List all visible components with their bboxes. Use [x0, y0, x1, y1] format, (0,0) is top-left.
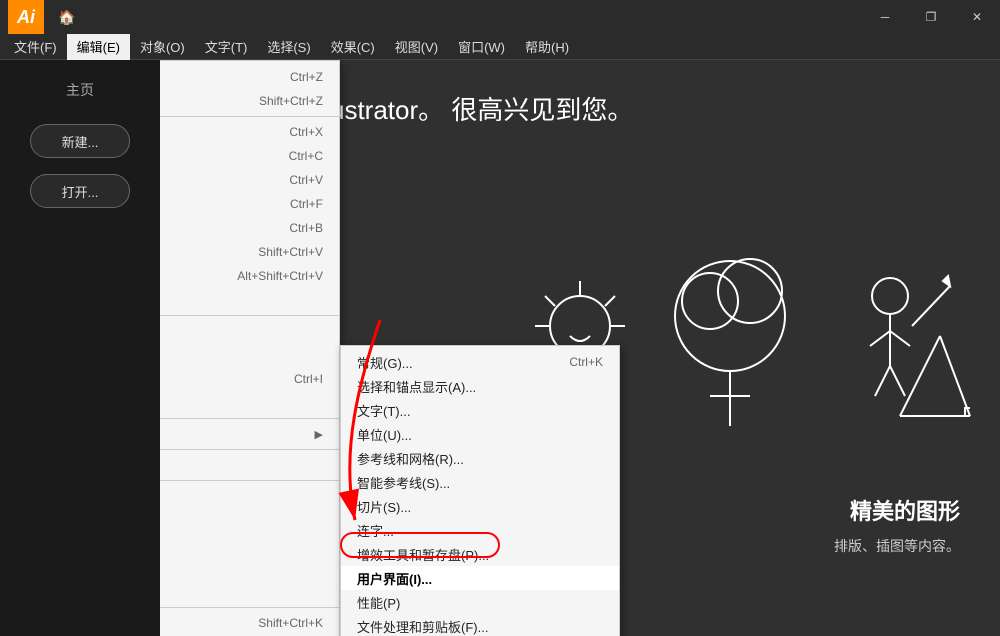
pref-file-clipboard[interactable]: 文件处理和剪贴板(F)...	[341, 614, 619, 636]
menu-view[interactable]: 视图(V)	[385, 34, 448, 60]
title-bar: Ai 🏠 ─ ❐ ✕	[0, 0, 1000, 34]
menu-undo[interactable]: 还原(U) Ctrl+Z	[160, 65, 339, 89]
menu-paste[interactable]: 粘贴(P) Ctrl+V	[160, 168, 339, 192]
home-icon[interactable]: 🏠	[52, 7, 81, 28]
pref-ui[interactable]: 用户界面(I)...	[341, 566, 619, 590]
pref-general[interactable]: 常规(G)... Ctrl+K	[341, 350, 619, 374]
minimize-button[interactable]: ─	[862, 0, 908, 34]
menu-file[interactable]: 文件(F)	[4, 34, 67, 60]
window-controls: ─ ❐ ✕	[862, 0, 1000, 34]
app-logo: Ai	[8, 0, 44, 34]
menu-paste-inplace[interactable]: 就地粘贴(S) Shift+Ctrl+V	[160, 240, 339, 264]
menu-custom-dict[interactable]: 编辑自定词典(D)...	[160, 391, 339, 415]
pref-slices[interactable]: 切片(S)...	[341, 494, 619, 518]
menu-effect[interactable]: 效果(C)	[321, 34, 385, 60]
restore-button[interactable]: ❐	[908, 0, 954, 34]
pref-selection[interactable]: 选择和锚点显示(A)...	[341, 374, 619, 398]
menu-clear[interactable]: 清除(L)	[160, 288, 339, 312]
open-button[interactable]: 打开...	[30, 174, 130, 208]
new-button[interactable]: 新建...	[30, 124, 130, 158]
menu-transparency[interactable]: 透明度拼合器预设(J)...	[160, 484, 339, 508]
sep3	[160, 418, 339, 419]
pref-hyphen[interactable]: 连字...	[341, 518, 619, 542]
menu-find-next[interactable]: 查找下一个(X)	[160, 343, 339, 367]
menu-swf[interactable]: SWF 预设(W)...	[160, 556, 339, 580]
preferences-submenu: 常规(G)... Ctrl+K 选择和锚点显示(A)... 文字(T)... 单…	[340, 345, 620, 636]
edit-menu-dropdown: 还原(U) Ctrl+Z 重做(R) Shift+Ctrl+Z 剪切(T) Ct…	[160, 60, 340, 636]
menu-edit-colors[interactable]: 编辑颜色 ▶	[160, 422, 339, 446]
sidebar-home-label: 主页	[66, 80, 94, 100]
dropdown-container: 还原(U) Ctrl+Z 重做(R) Shift+Ctrl+Z 剪切(T) Ct…	[160, 60, 340, 636]
menu-edit[interactable]: 编辑(E)	[67, 34, 130, 60]
menu-cut[interactable]: 剪切(T) Ctrl+X	[160, 120, 339, 144]
menu-paste-allboards[interactable]: 在所有画板上粘贴(S) Alt+Shift+Ctrl+V	[160, 264, 339, 288]
menu-object[interactable]: 对象(O)	[130, 34, 195, 60]
menu-find-replace[interactable]: 查找和替换(E)...	[160, 319, 339, 343]
menu-help[interactable]: 帮助(H)	[515, 34, 579, 60]
menu-redo[interactable]: 重做(R) Shift+Ctrl+Z	[160, 89, 339, 113]
menu-edit-original[interactable]: 编辑原稿(O)	[160, 453, 339, 477]
pref-plugins[interactable]: 增效工具和暂存盘(P)...	[341, 542, 619, 566]
menu-bar: 文件(F) 编辑(E) 对象(O) 文字(T) 选择(S) 效果(C) 视图(V…	[0, 34, 1000, 60]
close-button[interactable]: ✕	[954, 0, 1000, 34]
sep5	[160, 480, 339, 481]
menu-paste-back[interactable]: 贴在后面(B) Ctrl+B	[160, 216, 339, 240]
menu-window[interactable]: 窗口(W)	[448, 34, 515, 60]
menu-spell-check[interactable]: 拼写检查(I) Ctrl+I	[160, 367, 339, 391]
menu-select[interactable]: 选择(S)	[257, 34, 320, 60]
sep4	[160, 449, 339, 450]
pref-text[interactable]: 文字(T)...	[341, 398, 619, 422]
main-layout: 主页 新建... 打开... 欢迎使用 Illustrator。 很高兴见到您。	[0, 60, 1000, 636]
pref-guides[interactable]: 参考线和网格(R)...	[341, 446, 619, 470]
sep6	[160, 607, 339, 608]
promo-subtext: 排版、插图等内容。	[834, 536, 960, 556]
menu-print-preset[interactable]: 打印预设(Q)...	[160, 508, 339, 532]
pref-performance[interactable]: 性能(P)	[341, 590, 619, 614]
menu-perspective[interactable]: 透视网格预设(G)...	[160, 580, 339, 604]
sidebar: 主页 新建... 打开...	[0, 60, 160, 636]
content-area: 欢迎使用 Illustrator。 很高兴见到您。	[160, 60, 1000, 636]
sep1	[160, 116, 339, 117]
menu-color-settings[interactable]: 颜色设置(G)... Shift+Ctrl+K	[160, 611, 339, 635]
pref-smart-guides[interactable]: 智能参考线(S)...	[341, 470, 619, 494]
menu-text[interactable]: 文字(T)	[195, 34, 258, 60]
pref-units[interactable]: 单位(U)...	[341, 422, 619, 446]
menu-paste-front[interactable]: 贴在前面(F) Ctrl+F	[160, 192, 339, 216]
sep2	[160, 315, 339, 316]
menu-adobe-pdf[interactable]: Adobe PDF 预设(M)...	[160, 532, 339, 556]
menu-copy[interactable]: 复制(C) Ctrl+C	[160, 144, 339, 168]
promo-text: 精美的图形	[850, 494, 960, 526]
